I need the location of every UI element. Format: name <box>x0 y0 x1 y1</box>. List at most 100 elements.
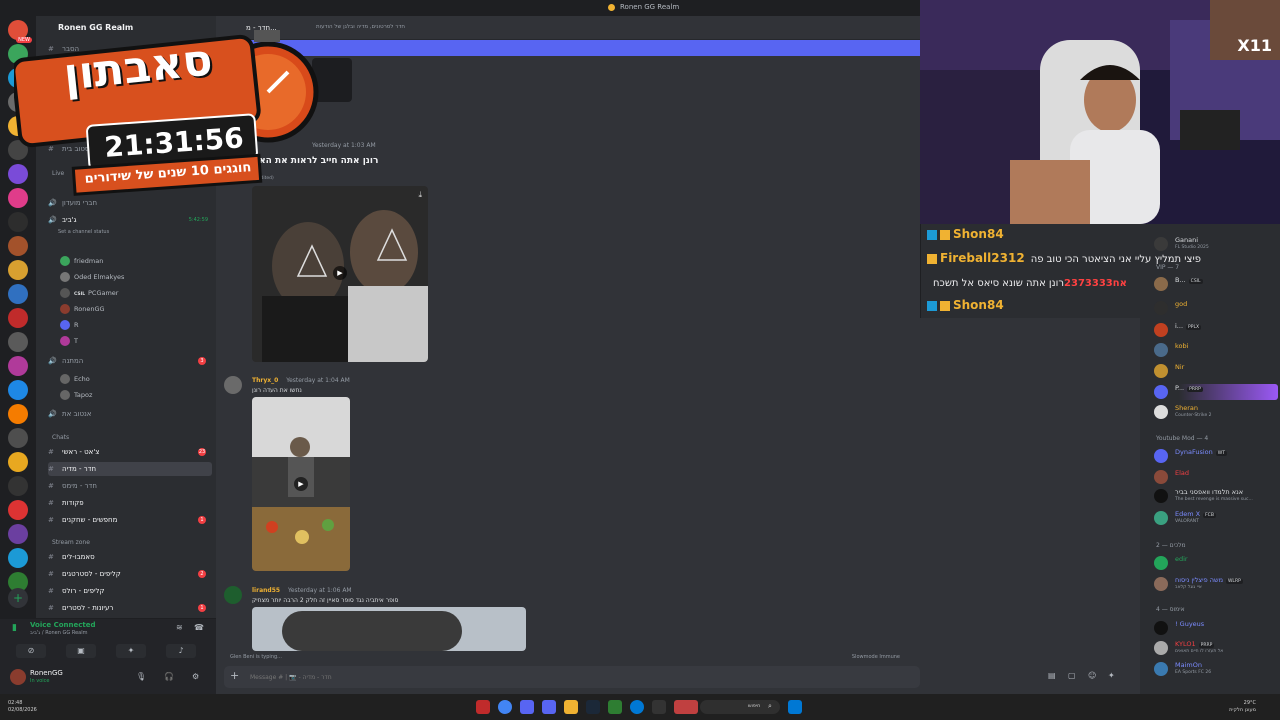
server-icon[interactable] <box>8 452 28 472</box>
camera-off-button[interactable]: ⊘ <box>16 644 46 658</box>
add-server-icon[interactable]: + <box>8 588 28 608</box>
member-item[interactable]: Edem X FCB VALORANT <box>1154 510 1278 526</box>
message-text: סופר איתביה נגד סופר סאיין זה חלק 2 הרבה… <box>252 597 399 604</box>
member-item[interactable]: DynaFusion WT <box>1154 448 1278 464</box>
server-icon[interactable] <box>8 404 28 424</box>
obs-icon[interactable] <box>652 700 666 714</box>
channel-item[interactable]: # מחפשים - שחקנים 1 <box>48 513 212 527</box>
screen-share-button[interactable]: ▣ <box>66 644 96 658</box>
voice-channel[interactable]: 🔊 אנטוב את <box>48 407 212 421</box>
taskbar-weather[interactable]: 29°C מעונן חלקית <box>1229 700 1256 714</box>
vip-badge-icon <box>940 300 950 311</box>
file-explorer-icon[interactable] <box>564 700 578 714</box>
taskbar-app-icon[interactable] <box>674 700 698 714</box>
video-embed[interactable]: ▶ ⤓ <box>252 186 428 362</box>
voice-status[interactable]: Voice Connected <box>30 621 96 629</box>
server-icon[interactable] <box>8 476 28 496</box>
member-item[interactable]: משה פיצלין ניסוח WLRP איי גוגל קלאב <box>1154 576 1278 592</box>
member-item[interactable]: Nir <box>1154 363 1278 379</box>
discord-icon[interactable] <box>520 700 534 714</box>
add-attachment-icon[interactable]: + <box>230 669 239 682</box>
emoji-icon[interactable]: ☺ <box>1088 671 1098 681</box>
message-author[interactable]: lirand55 <box>252 587 280 594</box>
member-item[interactable]: MaimOn EA Sports FC 26 <box>1154 661 1278 677</box>
server-icon[interactable] <box>8 500 28 520</box>
voice-location[interactable]: ג'ביב / Ronen GG Realm <box>30 630 88 636</box>
steam-icon[interactable] <box>586 700 600 714</box>
noise-suppression-icon[interactable]: ≋ <box>176 623 183 632</box>
message-composer: + ▤ ▢ ☺ ✦ <box>224 666 1115 688</box>
avatar[interactable] <box>224 376 242 394</box>
channel-item[interactable]: # קליפים - רולס <box>48 584 212 598</box>
channel-item[interactable]: # פקודות <box>48 496 212 510</box>
channel-topic[interactable]: חדר לסרטונים, מדיה ובלגן של הודעות <box>316 24 405 30</box>
server-icon[interactable] <box>8 236 28 256</box>
soundboard-button[interactable]: ♪ <box>166 644 196 658</box>
chats-category[interactable]: Chats <box>52 434 69 441</box>
activities-button[interactable]: ✦ <box>116 644 146 658</box>
member-item[interactable]: i... PPLX <box>1154 322 1278 338</box>
headphones-icon[interactable]: 🎧 <box>164 672 174 681</box>
message-text: נחשו את העדה רונן <box>252 387 302 394</box>
taskbar-left-clock: 02:48 02/08/2026 <box>8 700 37 713</box>
server-icon[interactable] <box>8 212 28 232</box>
message-header: lirand55 Yesterday at 1:06 AM <box>252 587 352 594</box>
server-icon[interactable] <box>8 380 28 400</box>
server-icon[interactable] <box>8 332 28 352</box>
member-item[interactable]: B... CSIL <box>1154 276 1278 292</box>
video-embed[interactable] <box>252 607 526 651</box>
avatar[interactable] <box>10 669 26 685</box>
channel-item[interactable]: # חדר - מימס <box>48 479 212 493</box>
play-icon[interactable]: ▶ <box>294 477 308 491</box>
gear-icon[interactable]: ⚙ <box>192 672 199 681</box>
microphone-icon[interactable]: 🎙 <box>136 672 146 681</box>
member-item[interactable]: אנא תלמדו וואפסני בביר The best revenge i… <box>1154 488 1278 504</box>
message-input[interactable] <box>250 671 700 683</box>
server-icon[interactable] <box>8 308 28 328</box>
stream-category[interactable]: Stream zone <box>52 539 90 546</box>
channel-item[interactable]: # סאמבו-לים <box>48 550 212 564</box>
server-icon[interactable] <box>8 356 28 376</box>
server-icon[interactable] <box>8 524 28 544</box>
windows-start-icon[interactable] <box>788 700 802 714</box>
member-item[interactable]: edir <box>1154 555 1278 571</box>
member-item[interactable]: Sheran Counter-Strike 2 <box>1154 404 1278 420</box>
signal-icon[interactable]: ▮ <box>12 623 17 633</box>
username[interactable]: RonenGG <box>30 669 63 677</box>
disconnect-icon[interactable]: ☎ <box>194 623 204 632</box>
member-item[interactable]: kobi <box>1154 342 1278 358</box>
chrome-icon[interactable] <box>498 700 512 714</box>
play-icon[interactable]: ▶ <box>333 266 347 280</box>
sub-badge-icon <box>927 300 937 311</box>
sticker-icon[interactable]: ▢ <box>1068 671 1078 681</box>
download-icon[interactable]: ⤓ <box>418 190 422 200</box>
member-item[interactable]: P... PRRP <box>1154 384 1278 400</box>
message-author[interactable]: Thryx_0 <box>252 377 278 384</box>
gif-icon[interactable]: ▤ <box>1048 671 1058 681</box>
apps-icon[interactable]: ✦ <box>1108 671 1118 681</box>
video-embed[interactable]: ▶ <box>252 397 350 571</box>
channel-item-active[interactable]: # חדר - מדיה <box>48 462 212 476</box>
member-item[interactable]: Elad <box>1154 469 1278 485</box>
channel-item[interactable]: # צ'אט - ראשי 23 <box>48 445 212 459</box>
server-icon[interactable] <box>8 548 28 568</box>
message-header: Thryx_0 Yesterday at 1:04 AM <box>252 377 350 384</box>
avatar[interactable] <box>224 586 242 604</box>
server-icon[interactable] <box>8 428 28 448</box>
server-icon[interactable] <box>8 260 28 280</box>
taskbar-app-icon[interactable] <box>608 700 622 714</box>
member-item[interactable]: ! Guyeus <box>1154 620 1278 636</box>
voice-channel[interactable]: 🔊 המתנה 3 <box>48 354 212 368</box>
edge-icon[interactable] <box>630 700 644 714</box>
channel-logo: X11 <box>1237 36 1272 55</box>
taskbar-app-icon[interactable] <box>476 700 490 714</box>
member-item[interactable]: KYLO1 PRRP אל תעזרו לו חיים תאואים <box>1154 640 1278 656</box>
member-group-header: Youtube Mod — 4 <box>1156 435 1209 442</box>
member-item[interactable]: god <box>1154 300 1278 316</box>
server-logo-icon <box>608 4 615 11</box>
taskbar-search[interactable]: חיפוש ⌕ <box>700 700 780 714</box>
channel-item[interactable]: # רעיונות - לסטרים 1 <box>48 601 212 615</box>
server-icon[interactable] <box>8 284 28 304</box>
discord-icon[interactable] <box>542 700 556 714</box>
channel-item[interactable]: # קליפים - לסטרטגים 2 <box>48 567 212 581</box>
